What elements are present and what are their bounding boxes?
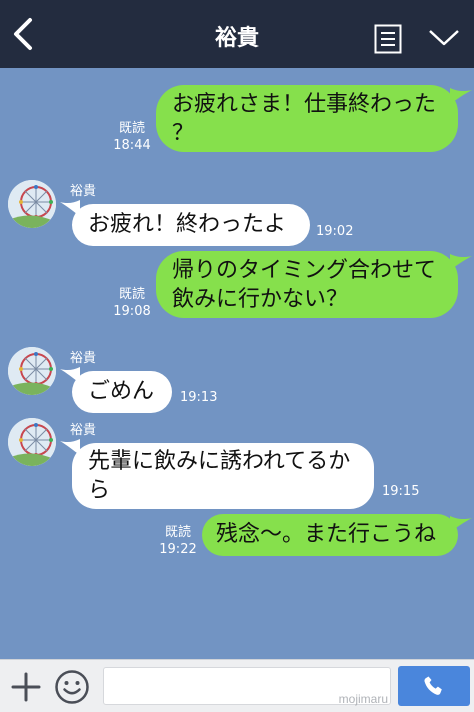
message-text-line: ら (88, 478, 111, 503)
bubble-tail (450, 254, 472, 270)
message-text-line: お疲れ！終わったよ (88, 212, 287, 237)
bubble-tail (450, 516, 472, 532)
message-text-line: お疲れさま！仕事終わった (172, 92, 437, 117)
call-button[interactable] (398, 666, 470, 706)
message-text-line: 先輩に飲みに誘われてるか (88, 449, 351, 474)
sender-name: 裕貴 (70, 351, 97, 366)
message-text-line: 飲みに行かない？ (172, 287, 349, 312)
avatar[interactable] (8, 180, 56, 228)
message-time: 19:08 (113, 304, 151, 319)
message-time: 19:15 (382, 484, 420, 499)
message-text-line: 帰りのタイミング合わせて (172, 258, 437, 283)
watermark-text: mojimaru (338, 692, 388, 706)
outgoing-message-bubble[interactable]: お疲れさま！仕事終わった ？ (156, 85, 458, 152)
incoming-message-bubble[interactable]: ごめん (72, 371, 172, 413)
read-receipt: 既読 (118, 287, 145, 302)
message-status: 既読 19:22 (158, 524, 198, 558)
message-text-line: 残念〜。また行こうね (216, 522, 437, 547)
note-list-icon[interactable] (374, 24, 402, 54)
outgoing-message-bubble[interactable]: 帰りのタイミング合わせて 飲みに行かない？ (156, 251, 458, 318)
message-composer: mojimaru (0, 659, 474, 712)
chat-header: 裕貴 (0, 0, 474, 68)
message-status: 既読 19:08 (112, 286, 152, 320)
outgoing-message-bubble[interactable]: 残念〜。また行こうね (202, 514, 458, 556)
sender-name: 裕貴 (70, 184, 97, 199)
message-time: 18:44 (113, 138, 151, 153)
message-time: 19:13 (180, 390, 218, 405)
message-status: 既読 18:44 (112, 120, 152, 154)
message-text-line: ごめん (88, 379, 155, 404)
avatar[interactable] (8, 347, 56, 395)
incoming-message-bubble[interactable]: 先輩に飲みに誘われてるか ら (72, 443, 374, 509)
message-time: 19:22 (159, 542, 197, 557)
avatar[interactable] (8, 418, 56, 466)
bubble-tail (450, 88, 472, 104)
read-receipt: 既読 (118, 121, 145, 136)
message-text-line: ？ (172, 121, 195, 146)
read-receipt: 既読 (164, 525, 191, 540)
chat-title: 裕貴 (214, 26, 259, 51)
chevron-left-icon[interactable] (8, 16, 42, 52)
smiley-icon[interactable] (54, 669, 90, 705)
chevron-down-icon[interactable] (428, 29, 460, 47)
phone-icon (424, 676, 442, 695)
incoming-message-bubble[interactable]: お疲れ！終わったよ (72, 204, 310, 246)
sender-name: 裕貴 (70, 423, 97, 438)
plus-icon[interactable] (10, 671, 42, 703)
message-list[interactable]: 既読 18:44 お疲れさま！仕事終わった ？ 裕貴 お疲れ！終わったよ 19:… (0, 68, 474, 659)
message-time: 19:02 (316, 224, 354, 239)
